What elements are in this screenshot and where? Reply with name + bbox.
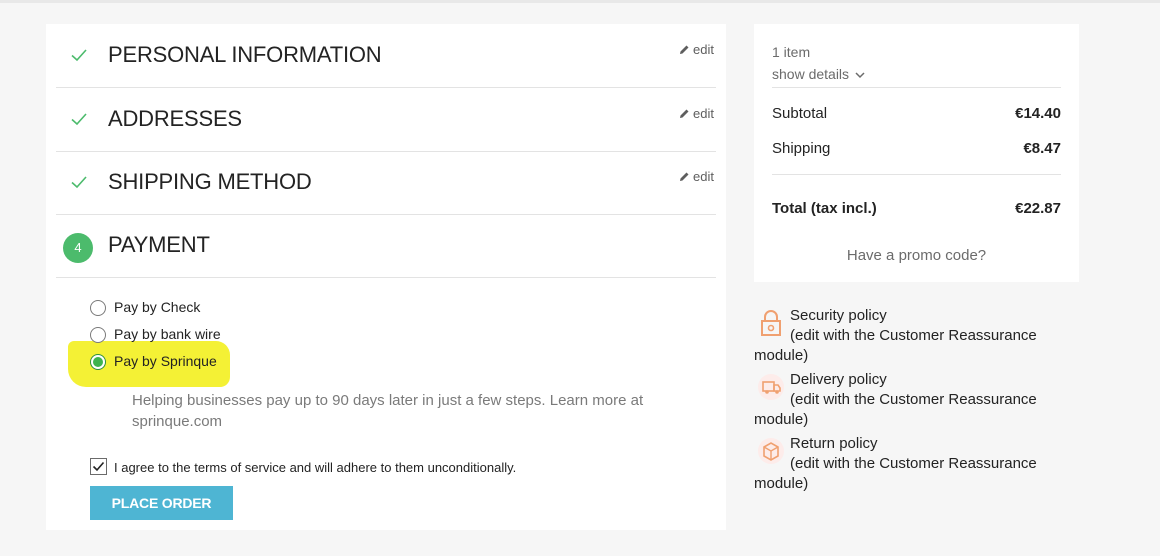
subtotal-label: Subtotal [772,105,828,122]
pencil-icon [680,45,689,54]
reassurance-note-tail: module) [754,347,809,364]
terms-label: I agree to the terms of service and will… [114,460,517,475]
show-details-toggle[interactable]: show details [772,66,865,82]
checkmark-icon [92,461,105,472]
payment-option-check[interactable]: Pay by Check [90,298,290,318]
step-title: ADDRESSES [108,106,242,131]
payment-option-label: Pay by Check [114,299,201,315]
checkout-steps-panel: PERSONAL INFORMATION edit ADDRESSES edit… [46,24,726,530]
reassurance-return: Return policy (edit with the Customer Re… [754,434,1074,494]
edit-link[interactable]: edit [679,169,714,184]
subtotal-row: Subtotal €14.40 [772,105,1061,122]
step-title: PAYMENT [108,232,210,257]
total-value: €22.87 [1015,200,1061,217]
checkmark-icon [71,49,87,62]
edit-link[interactable]: edit [679,106,714,121]
shipping-label: Shipping [772,140,831,157]
step-addresses[interactable]: ADDRESSES edit [56,88,716,152]
reassurance-delivery: Delivery policy (edit with the Customer … [754,370,1074,430]
divider [772,87,1061,88]
checkmark-icon [71,176,87,189]
divider [772,174,1061,175]
item-count: 1 item [772,44,811,60]
payment-option-label: Pay by bank wire [114,326,221,342]
promo-code-link[interactable]: Have a promo code? [754,247,1079,264]
step-personal-information[interactable]: PERSONAL INFORMATION edit [56,24,716,88]
top-divider [0,0,1160,3]
reassurance-security: Security policy (edit with the Customer … [754,306,1074,366]
edit-label: edit [693,42,714,57]
terms-checkbox[interactable] [90,458,107,475]
total-row: Total (tax incl.) €22.87 [772,200,1061,217]
reassurance-title: Delivery policy [790,371,887,388]
truck-icon [758,374,784,400]
reassurance-note-tail: module) [754,411,809,428]
step-number-badge: 4 [63,233,93,263]
total-label: Total (tax incl.) [772,200,877,217]
reassurance-note-tail: module) [754,475,809,492]
payment-option-sprinque[interactable]: Pay by Sprinque [90,352,290,372]
shipping-row: Shipping €8.47 [772,140,1061,157]
step-title: SHIPPING METHOD [108,169,312,194]
order-summary: 1 item show details Subtotal €14.40 Ship… [754,24,1079,282]
edit-link[interactable]: edit [679,42,714,57]
payment-description: Helping businesses pay up to 90 days lat… [132,392,644,430]
shipping-value: €8.47 [1023,140,1061,157]
step-title: PERSONAL INFORMATION [108,42,382,67]
subtotal-value: €14.40 [1015,105,1061,122]
payment-option-label: Pay by Sprinque [114,353,217,369]
checkmark-icon [71,113,87,126]
edit-label: edit [693,169,714,184]
radio-button[interactable] [90,300,106,316]
pencil-icon [680,172,689,181]
reassurance-note: (edit with the Customer Reassurance [790,327,1037,344]
reassurance-title: Security policy [790,307,887,324]
lock-icon [761,310,781,336]
reassurance-note: (edit with the Customer Reassurance [790,391,1037,408]
pencil-icon [680,109,689,118]
show-details-label: show details [772,66,850,82]
radio-button[interactable] [90,327,106,343]
radio-button-selected[interactable] [90,354,106,370]
place-order-button[interactable]: PLACE ORDER [90,486,233,520]
step-payment: 4 PAYMENT [56,214,716,278]
reassurance-note: (edit with the Customer Reassurance [790,455,1037,472]
payment-option-bank-wire[interactable]: Pay by bank wire [90,325,290,345]
reassurance-title: Return policy [790,435,878,452]
chevron-down-icon [855,72,865,79]
step-shipping-method[interactable]: SHIPPING METHOD edit [56,151,716,215]
return-box-icon [758,438,784,464]
edit-label: edit [693,106,714,121]
